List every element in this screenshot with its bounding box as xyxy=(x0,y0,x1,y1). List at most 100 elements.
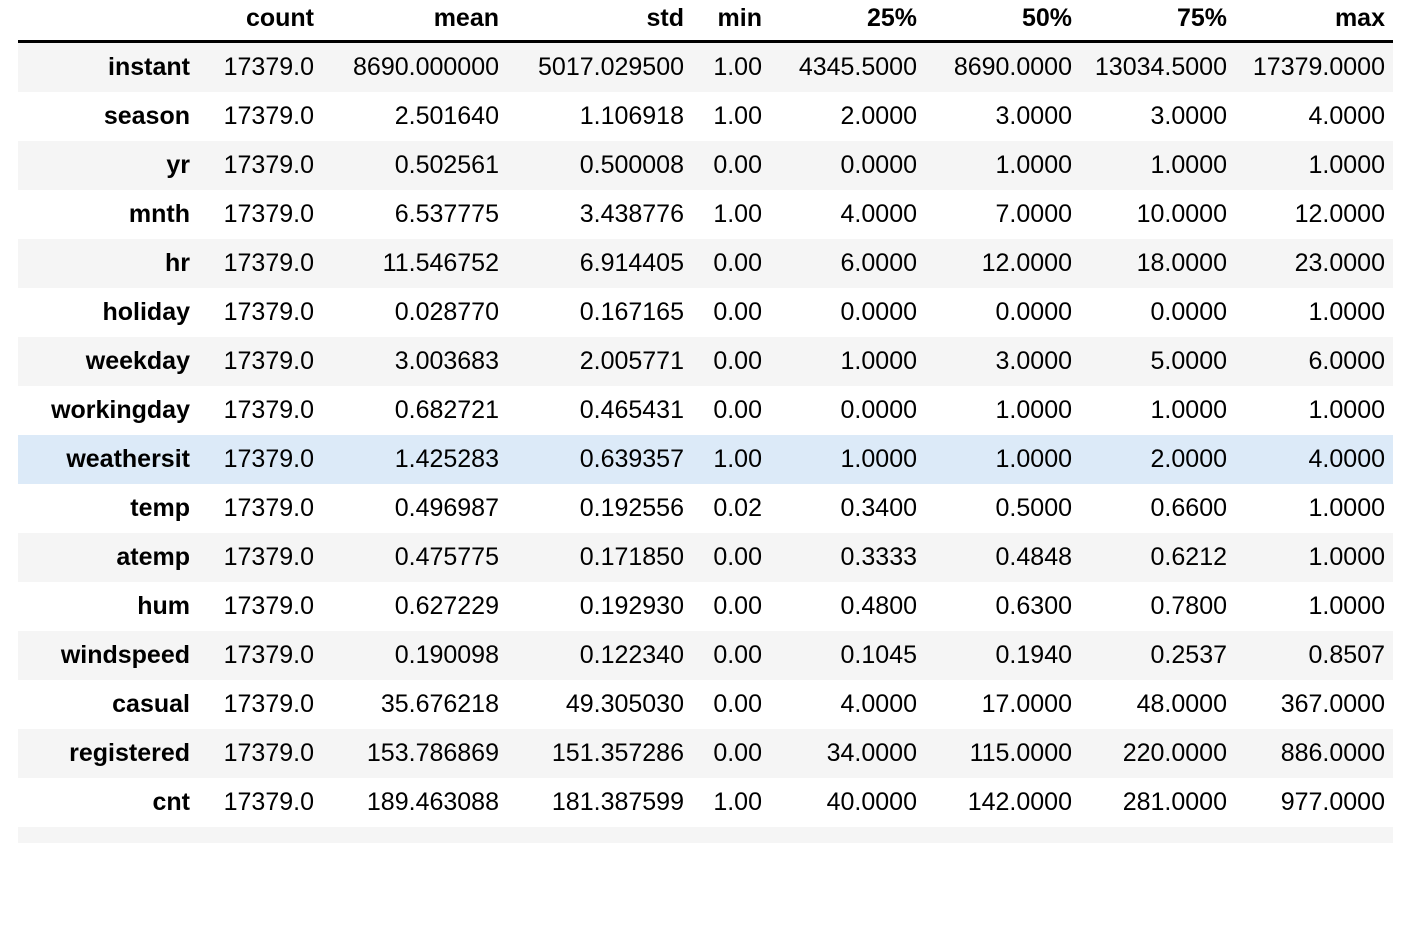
cell-count: 17379.0 xyxy=(200,92,322,141)
cell-25pct: 0.0000 xyxy=(770,386,925,435)
cell-25pct: 4.0000 xyxy=(770,190,925,239)
cell-25pct: 0.0000 xyxy=(770,288,925,337)
cell-25pct: 0.1045 xyxy=(770,631,925,680)
cell-75pct: 2.0000 xyxy=(1080,435,1235,484)
row-index-label: cnt xyxy=(18,778,200,827)
cell-max: 1.0000 xyxy=(1235,533,1393,582)
cell-max: 0.8507 xyxy=(1235,631,1393,680)
cell-max: 1.0000 xyxy=(1235,484,1393,533)
cell-std: 0.639357 xyxy=(507,435,692,484)
cell-min: 0.00 xyxy=(692,239,770,288)
cell-mean: 11.546752 xyxy=(322,239,507,288)
cell-max: 23.0000 xyxy=(1235,239,1393,288)
table-header: count mean std min 25% 50% 75% max xyxy=(18,0,1393,43)
cell-std: 49.305030 xyxy=(507,680,692,729)
cell-count: 17379.0 xyxy=(200,680,322,729)
cell-25pct: 1.0000 xyxy=(770,337,925,386)
column-header-max: max xyxy=(1235,0,1393,43)
cell-75pct: 0.6600 xyxy=(1080,484,1235,533)
cell-75pct: 1.0000 xyxy=(1080,386,1235,435)
cell-75pct: 1.0000 xyxy=(1080,141,1235,190)
cell-count: 17379.0 xyxy=(200,190,322,239)
column-header-25pct: 25% xyxy=(770,0,925,43)
row-index-label: windspeed xyxy=(18,631,200,680)
cell-count: 17379.0 xyxy=(200,239,322,288)
cell-max: 1.0000 xyxy=(1235,288,1393,337)
row-index-label: instant xyxy=(18,41,200,92)
table-bottom-strip xyxy=(18,827,1393,843)
cell-std: 0.122340 xyxy=(507,631,692,680)
describe-table-sheet: count mean std min 25% 50% 75% max insta… xyxy=(0,0,1411,951)
cell-25pct: 4.0000 xyxy=(770,680,925,729)
column-header-count: count xyxy=(200,0,322,43)
cell-min: 1.00 xyxy=(692,41,770,92)
cell-mean: 0.496987 xyxy=(322,484,507,533)
cell-mean: 8690.000000 xyxy=(322,41,507,92)
cell-50pct: 7.0000 xyxy=(925,190,1080,239)
cell-25pct: 1.0000 xyxy=(770,435,925,484)
cell-min: 0.00 xyxy=(692,680,770,729)
cell-50pct: 0.4848 xyxy=(925,533,1080,582)
cell-min: 0.00 xyxy=(692,533,770,582)
cell-count: 17379.0 xyxy=(200,435,322,484)
cell-50pct: 17.0000 xyxy=(925,680,1080,729)
cell-count: 17379.0 xyxy=(200,631,322,680)
cell-75pct: 5.0000 xyxy=(1080,337,1235,386)
cell-25pct: 40.0000 xyxy=(770,778,925,827)
table-row: weathersit 17379.0 1.425283 0.639357 1.00 1.0… xyxy=(18,435,1393,484)
cell-75pct: 0.7800 xyxy=(1080,582,1235,631)
cell-mean: 0.190098 xyxy=(322,631,507,680)
table-row: registered 17379.0 153.786869 151.357286 0.0… xyxy=(18,729,1393,778)
cell-50pct: 1.0000 xyxy=(925,435,1080,484)
table-row: mnth 17379.0 6.537775 3.438776 1.00 4.0000 7.0… xyxy=(18,190,1393,239)
cell-75pct: 13034.5000 xyxy=(1080,41,1235,92)
cell-75pct: 3.0000 xyxy=(1080,92,1235,141)
row-index-label: season xyxy=(18,92,200,141)
table-row: cnt 17379.0 189.463088 181.387599 1.00 40.000… xyxy=(18,778,1393,827)
cell-50pct: 142.0000 xyxy=(925,778,1080,827)
cell-std: 6.914405 xyxy=(507,239,692,288)
cell-min: 0.00 xyxy=(692,337,770,386)
cell-max: 367.0000 xyxy=(1235,680,1393,729)
cell-max: 12.0000 xyxy=(1235,190,1393,239)
index-column-header xyxy=(18,0,200,43)
table-body: instant 17379.0 8690.000000 5017.029500 1.00… xyxy=(18,41,1393,827)
cell-50pct: 0.5000 xyxy=(925,484,1080,533)
cell-max: 977.0000 xyxy=(1235,778,1393,827)
cell-mean: 6.537775 xyxy=(322,190,507,239)
row-index-label: casual xyxy=(18,680,200,729)
cell-75pct: 0.2537 xyxy=(1080,631,1235,680)
cell-std: 0.192556 xyxy=(507,484,692,533)
cell-75pct: 0.0000 xyxy=(1080,288,1235,337)
cell-50pct: 1.0000 xyxy=(925,141,1080,190)
cell-50pct: 1.0000 xyxy=(925,386,1080,435)
cell-mean: 3.003683 xyxy=(322,337,507,386)
cell-max: 886.0000 xyxy=(1235,729,1393,778)
cell-50pct: 0.6300 xyxy=(925,582,1080,631)
cell-50pct: 12.0000 xyxy=(925,239,1080,288)
cell-mean: 0.028770 xyxy=(322,288,507,337)
cell-mean: 0.682721 xyxy=(322,386,507,435)
cell-min: 0.00 xyxy=(692,386,770,435)
cell-75pct: 0.6212 xyxy=(1080,533,1235,582)
cell-count: 17379.0 xyxy=(200,533,322,582)
dataframe-describe-table: count mean std min 25% 50% 75% max insta… xyxy=(18,0,1393,827)
row-index-label: hr xyxy=(18,239,200,288)
cell-count: 17379.0 xyxy=(200,582,322,631)
cell-min: 0.00 xyxy=(692,141,770,190)
row-index-label: workingday xyxy=(18,386,200,435)
table-row: workingday 17379.0 0.682721 0.465431 0.00 0.0… xyxy=(18,386,1393,435)
table-row: instant 17379.0 8690.000000 5017.029500 1.00… xyxy=(18,41,1393,92)
row-index-label: weathersit xyxy=(18,435,200,484)
row-index-label: registered xyxy=(18,729,200,778)
table-row: weekday 17379.0 3.003683 2.005771 0.00 1.0000… xyxy=(18,337,1393,386)
cell-std: 0.192930 xyxy=(507,582,692,631)
cell-min: 1.00 xyxy=(692,778,770,827)
cell-count: 17379.0 xyxy=(200,729,322,778)
row-index-label: temp xyxy=(18,484,200,533)
table-row: hum 17379.0 0.627229 0.192930 0.00 0.4800 0.63… xyxy=(18,582,1393,631)
cell-25pct: 6.0000 xyxy=(770,239,925,288)
table-row: hr 17379.0 11.546752 6.914405 0.00 6.0000 12.0… xyxy=(18,239,1393,288)
cell-mean: 0.475775 xyxy=(322,533,507,582)
cell-count: 17379.0 xyxy=(200,484,322,533)
